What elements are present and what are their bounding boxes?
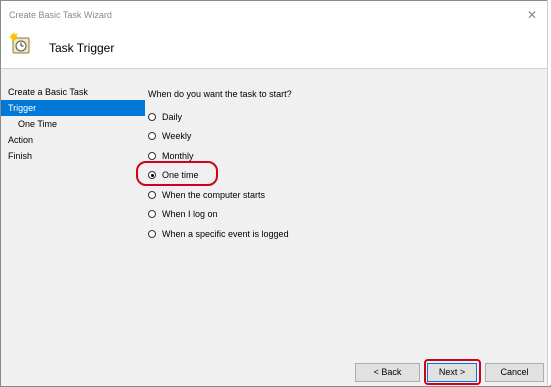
- option-label: Weekly: [162, 131, 192, 142]
- option-label: When I log on: [162, 209, 218, 220]
- close-icon[interactable]: ✕: [522, 6, 542, 24]
- radio-weekly[interactable]: [148, 132, 156, 141]
- option-label: When a specific event is logged: [162, 228, 289, 239]
- radio-computer-starts[interactable]: [148, 190, 156, 199]
- step-create-basic-task: Create a Basic Task: [8, 87, 88, 97]
- window-right-edge: [547, 0, 551, 385]
- step-finish: Finish: [8, 151, 33, 161]
- step-one-time: One Time: [18, 119, 58, 129]
- step-trigger: Trigger: [1, 100, 145, 116]
- one-time-annotation: [136, 161, 218, 186]
- step-action: Action: [8, 135, 34, 145]
- option-label: When the computer starts: [162, 189, 266, 200]
- next-annotation: [424, 359, 481, 385]
- option-label: Daily: [162, 111, 183, 122]
- option-event-logged[interactable]: When a specific event is logged: [148, 224, 292, 244]
- option-log-on[interactable]: When I log on: [148, 205, 292, 225]
- trigger-question: When do you want the task to start?: [148, 89, 292, 99]
- title-bar: Create Basic Task Wizard ✕: [1, 1, 550, 28]
- radio-monthly[interactable]: [148, 151, 156, 160]
- option-label: Monthly: [162, 150, 194, 161]
- wizard-steps: Create a Basic Task Trigger One Time Act…: [1, 84, 145, 164]
- radio-log-on[interactable]: [148, 210, 156, 219]
- radio-daily[interactable]: [148, 112, 156, 121]
- cancel-button[interactable]: Cancel: [485, 363, 544, 382]
- option-weekly[interactable]: Weekly: [148, 127, 292, 147]
- wizard-header: Task Trigger: [1, 28, 550, 69]
- radio-event-logged[interactable]: [148, 229, 156, 238]
- window-title: Create Basic Task Wizard: [9, 10, 112, 20]
- wizard-window: Create Basic Task Wizard ✕ Task Trigger …: [0, 0, 551, 387]
- option-computer-starts[interactable]: When the computer starts: [148, 185, 292, 205]
- page-title: Task Trigger: [49, 41, 115, 55]
- back-button[interactable]: < Back: [355, 363, 420, 382]
- clock-task-icon: [9, 32, 33, 56]
- option-daily[interactable]: Daily: [148, 107, 292, 127]
